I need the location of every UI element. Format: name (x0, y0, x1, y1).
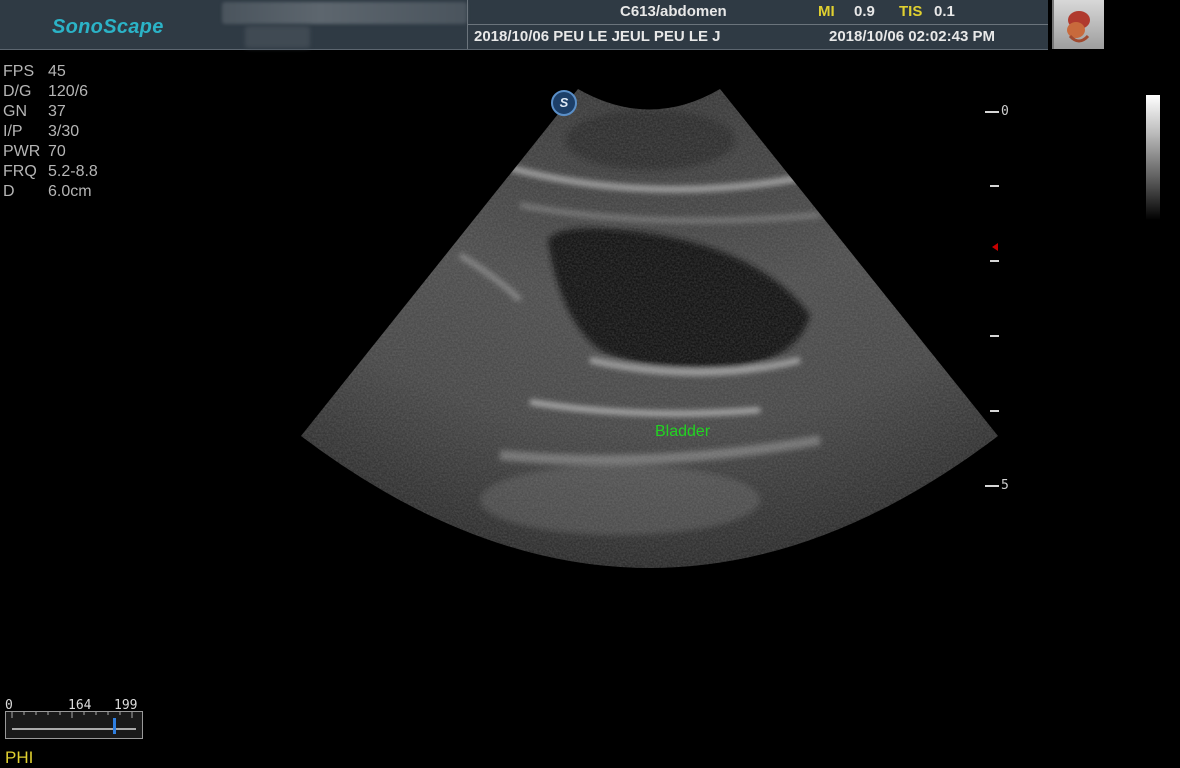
depth-tick-2 (990, 260, 999, 262)
grayscale-map-bar (1146, 95, 1160, 220)
depth-tick-0 (985, 111, 999, 113)
depth-tick-1 (990, 185, 999, 187)
focus-marker-icon[interactable] (992, 243, 998, 251)
depth-tick-4 (990, 410, 999, 412)
gauge-line (12, 728, 136, 730)
depth-tick-3 (990, 335, 999, 337)
bladder-annotation[interactable]: Bladder (655, 423, 710, 441)
gauge-ticks (11, 712, 133, 718)
depth-tick-5 (985, 485, 999, 487)
sonoscape-s-icon: S (551, 90, 577, 116)
gauge-track[interactable] (5, 711, 143, 739)
phi-mode-label: PHI (5, 748, 34, 767)
sector-scan (301, 89, 998, 568)
depth-label-top: 0 (1001, 104, 1009, 119)
gauge-knob[interactable] (112, 718, 116, 734)
depth-label-bottom: 5 (1001, 478, 1009, 493)
